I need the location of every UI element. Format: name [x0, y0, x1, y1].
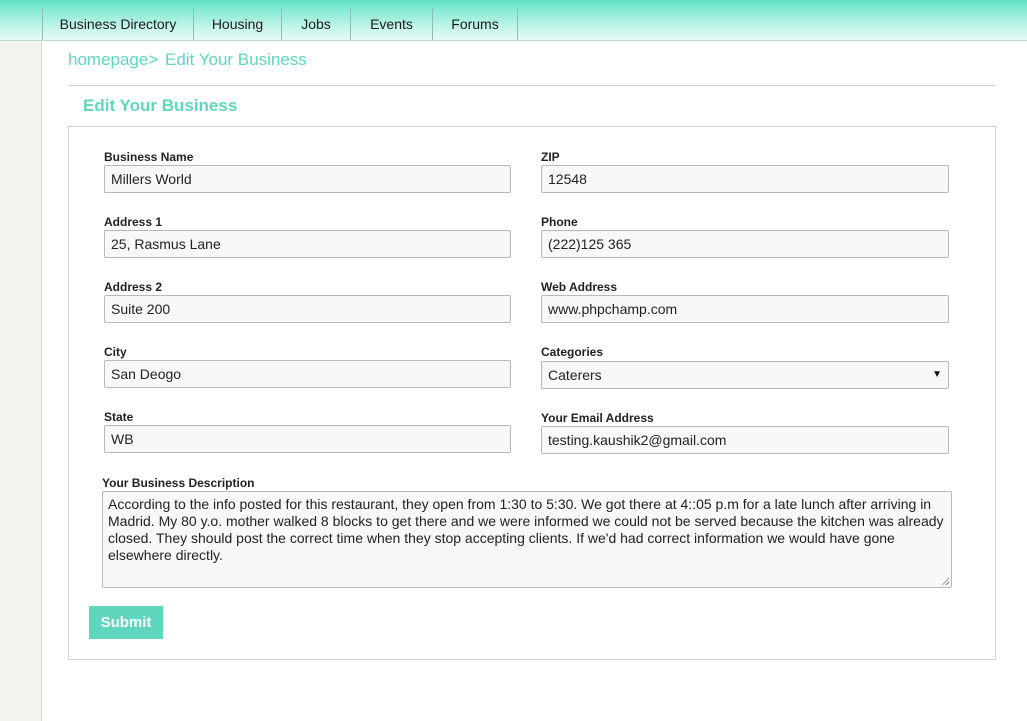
page: Business Directory Housing Jobs Events F…: [0, 0, 1027, 721]
state-input[interactable]: WB: [104, 425, 511, 453]
main-nav: Business Directory Housing Jobs Events F…: [42, 8, 518, 40]
nav-item-events[interactable]: Events: [351, 8, 433, 40]
left-sidebar: [0, 41, 42, 721]
web-address-label: Web Address: [541, 280, 618, 294]
address2-input[interactable]: Suite 200: [104, 295, 511, 323]
categories-selected-value: Caterers: [548, 367, 602, 383]
resize-handle-icon[interactable]: [941, 577, 949, 585]
nav-item-jobs[interactable]: Jobs: [282, 8, 351, 40]
dropdown-arrow-icon: ▼: [932, 369, 942, 380]
breadcrumb-separator: >: [148, 50, 159, 69]
address1-label: Address 1: [104, 215, 163, 229]
nav-item-forums[interactable]: Forums: [433, 8, 518, 40]
divider: [68, 85, 996, 86]
web-address-input[interactable]: www.phpchamp.com: [541, 295, 949, 323]
categories-select[interactable]: Caterers ▼: [541, 361, 949, 389]
description-text: According to the info posted for this re…: [108, 496, 944, 563]
address1-input[interactable]: 25, Rasmus Lane: [104, 230, 511, 258]
breadcrumb-current: Edit Your Business: [165, 50, 307, 69]
zip-input[interactable]: 12548: [541, 165, 949, 193]
nav-item-business-directory[interactable]: Business Directory: [43, 8, 194, 40]
email-input[interactable]: testing.kaushik2@gmail.com: [541, 426, 949, 454]
address2-label: Address 2: [104, 280, 163, 294]
description-label: Your Business Description: [102, 476, 255, 490]
phone-label: Phone: [541, 215, 578, 229]
city-input[interactable]: San Deogo: [104, 360, 511, 388]
breadcrumb-home-link[interactable]: homepage: [68, 50, 148, 69]
top-navigation-bar: Business Directory Housing Jobs Events F…: [0, 0, 1027, 41]
business-name-input[interactable]: Millers World: [104, 165, 511, 193]
city-label: City: [104, 345, 127, 359]
zip-label: ZIP: [541, 150, 560, 164]
phone-input[interactable]: (222)125 365: [541, 230, 949, 258]
categories-label: Categories: [541, 345, 604, 359]
nav-item-housing[interactable]: Housing: [194, 8, 282, 40]
page-title: Edit Your Business: [83, 96, 238, 115]
email-label: Your Email Address: [541, 411, 654, 425]
business-name-label: Business Name: [104, 150, 194, 164]
submit-button[interactable]: Submit: [89, 606, 163, 639]
state-label: State: [104, 410, 134, 424]
breadcrumb: homepage> Edit Your Business: [68, 50, 307, 70]
description-textarea[interactable]: According to the info posted for this re…: [102, 491, 952, 588]
